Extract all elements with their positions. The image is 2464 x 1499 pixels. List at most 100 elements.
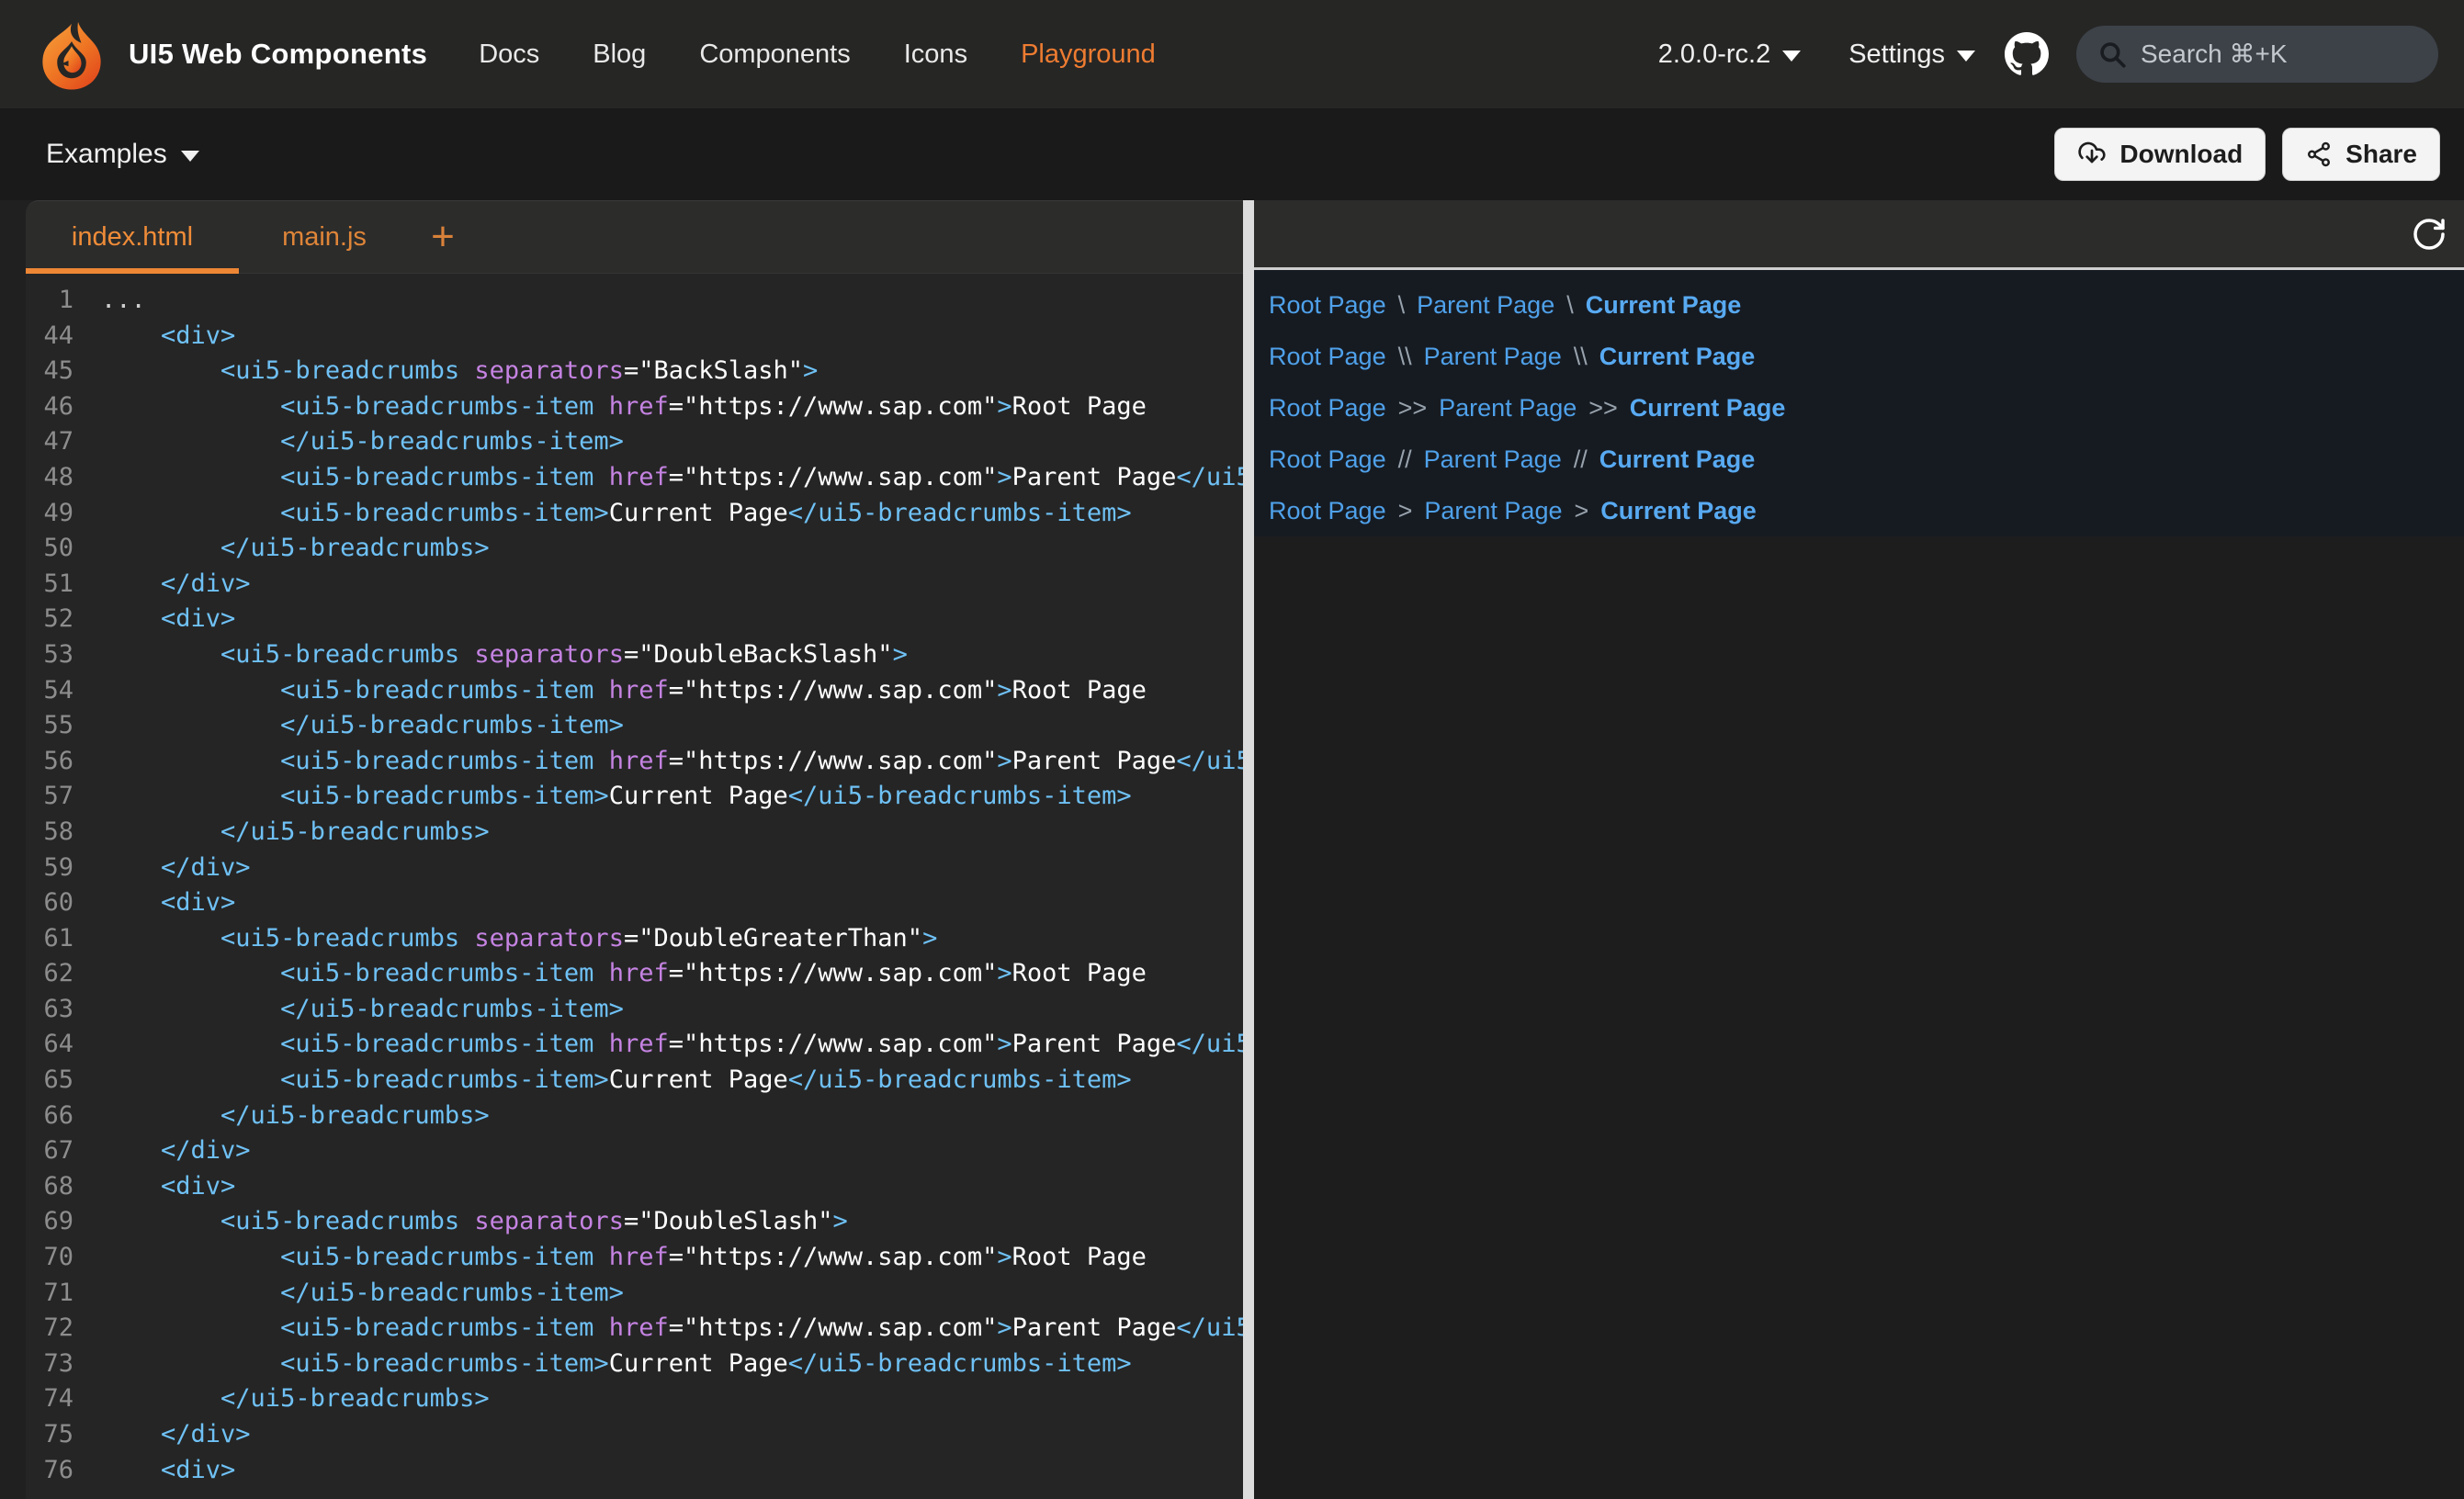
code-line: 75 </div> [26, 1417, 1243, 1453]
code-token-tag: > [997, 1313, 1012, 1342]
line-number: 60 [26, 885, 73, 921]
nav-link-playground[interactable]: Playground [1021, 39, 1156, 70]
code-line: 54 <ui5-breadcrumbs-item href="https://w… [26, 673, 1243, 709]
code-token-tag: <ui5-breadcrumbs-item [101, 463, 609, 491]
code-token-tag: <div> [101, 321, 235, 350]
line-content: </ui5-breadcrumbs-item> [101, 992, 624, 1028]
pane-resize-handle[interactable] [1243, 200, 1254, 1499]
breadcrumb-link[interactable]: Parent Page [1424, 445, 1562, 474]
breadcrumb-separator: // [1398, 445, 1412, 474]
code-line: 74 </ui5-breadcrumbs> [26, 1381, 1243, 1417]
line-number: 56 [26, 744, 73, 780]
code-line: 70 <ui5-breadcrumbs-item href="https://w… [26, 1240, 1243, 1276]
examples-dropdown[interactable]: Examples [46, 139, 199, 170]
code-token-tag: </ui5-breadcrumbs-item> [788, 499, 1132, 527]
version-dropdown[interactable]: 2.0.0-rc.2 [1658, 39, 1802, 70]
code-token-plain: Parent Page [1012, 1313, 1177, 1342]
code-token-tag: <div> [101, 1172, 235, 1200]
code-token-tag: </ui5-breadcrumbs-item> [1176, 1313, 1243, 1342]
line-content: <div> [101, 602, 235, 637]
code-line: 47 </ui5-breadcrumbs-item> [26, 424, 1243, 460]
line-number: 71 [26, 1276, 73, 1312]
code-token-plain: Parent Page [1012, 463, 1177, 491]
line-number: 53 [26, 637, 73, 673]
breadcrumb-separator: > [1574, 497, 1588, 525]
line-content: <ui5-breadcrumbs-item>Current Page</ui5-… [101, 779, 1132, 815]
code-line: 1... [26, 283, 1243, 319]
search-icon [2097, 39, 2128, 70]
line-number: 65 [26, 1063, 73, 1099]
breadcrumb-link[interactable]: Root Page [1269, 394, 1386, 423]
code-line: 66 </ui5-breadcrumbs> [26, 1099, 1243, 1134]
nav-link-icons[interactable]: Icons [904, 39, 967, 70]
code-token-attr: separators [474, 640, 624, 669]
ui5-phoenix-logo-icon[interactable] [33, 12, 110, 96]
code-token-tag: > [997, 676, 1012, 704]
breadcrumb-link[interactable]: Root Page [1269, 497, 1386, 525]
code-token-tag: <ui5-breadcrumbs-item [101, 676, 609, 704]
code-line: 53 <ui5-breadcrumbs separators="DoubleBa… [26, 637, 1243, 673]
breadcrumb-link[interactable]: Parent Page [1417, 291, 1554, 320]
breadcrumb-link[interactable]: Root Page [1269, 291, 1386, 320]
code-token-tag: > [997, 392, 1012, 421]
code-token-tag: <ui5-breadcrumbs-item [101, 392, 609, 421]
code-token-tag: </ui5-breadcrumbs-item> [1176, 1030, 1243, 1058]
line-number: 49 [26, 496, 73, 532]
settings-dropdown[interactable]: Settings [1848, 39, 1975, 70]
code-token-plain: Root Page [1012, 392, 1147, 421]
tab-main.js[interactable]: main.js [239, 201, 410, 273]
refresh-icon[interactable] [2409, 214, 2449, 254]
line-number: 63 [26, 992, 73, 1028]
search-input[interactable] [2141, 39, 2398, 69]
code-token-attr: separators [474, 356, 624, 385]
code-token-tag: <ui5-breadcrumbs-item> [101, 1349, 609, 1378]
nav-link-docs[interactable]: Docs [479, 39, 539, 70]
breadcrumb-separator: \\ [1574, 343, 1588, 371]
code-token-plain: ="https://www.sap.com" [669, 392, 998, 421]
breadcrumb-link[interactable]: Root Page [1269, 343, 1386, 371]
code-token-plain: ="BackSlash" [624, 356, 803, 385]
line-number: 55 [26, 708, 73, 744]
share-button[interactable]: Share [2282, 128, 2440, 181]
nav-link-components[interactable]: Components [699, 39, 850, 70]
top-navbar: UI5 Web Components Docs Blog Components Ico… [0, 0, 2464, 108]
line-number: 45 [26, 354, 73, 389]
brand-title: UI5 Web Components [129, 38, 427, 71]
code-line: 52 <div> [26, 602, 1243, 637]
tab-index.html[interactable]: index.html [26, 201, 239, 273]
code-token-attr: href [609, 747, 669, 775]
breadcrumb-row: Root Page\\Parent Page\\Current Page [1269, 331, 2464, 382]
code-token-tag: > [833, 1207, 848, 1235]
nav-link-blog[interactable]: Blog [593, 39, 646, 70]
code-line: 64 <ui5-breadcrumbs-item href="https://w… [26, 1027, 1243, 1063]
breadcrumb-link[interactable]: Parent Page [1424, 343, 1562, 371]
breadcrumb-link[interactable]: Parent Page [1424, 497, 1562, 525]
code-token-tag: </ui5-breadcrumbs> [101, 534, 490, 562]
code-area[interactable]: 1...44 <div>45 <ui5-breadcrumbs separato… [26, 274, 1243, 1499]
line-number: 1 [26, 283, 73, 319]
download-button[interactable]: Download [2054, 128, 2266, 181]
breadcrumb-current-page: Current Page [1599, 343, 1756, 371]
breadcrumb-link[interactable]: Root Page [1269, 445, 1386, 474]
line-content: </ui5-breadcrumbs> [101, 1381, 490, 1417]
code-token-plain: ="DoubleSlash" [624, 1207, 833, 1235]
preview-pane: Root Page\Parent Page\Current PageRoot P… [1254, 200, 2464, 1499]
breadcrumb-current-page: Current Page [1599, 445, 1756, 474]
line-content: <ui5-breadcrumbs-item href="https://www.… [101, 1311, 1243, 1347]
line-number: 73 [26, 1347, 73, 1382]
code-line: 51 </div> [26, 567, 1243, 603]
code-token-plain: ="https://www.sap.com" [669, 1313, 998, 1342]
code-line: 56 <ui5-breadcrumbs-item href="https://w… [26, 744, 1243, 780]
code-token-plain: ="https://www.sap.com" [669, 463, 998, 491]
code-token-plain: Current Page [609, 1349, 788, 1378]
code-token-plain: Root Page [1012, 676, 1147, 704]
code-token-plain: Current Page [609, 782, 788, 810]
chevron-down-icon [181, 151, 199, 162]
new-tab-button[interactable]: + [410, 201, 476, 273]
github-icon[interactable] [2005, 32, 2049, 76]
search-box[interactable] [2076, 26, 2438, 83]
code-token-tag: <div> [101, 604, 235, 633]
breadcrumb-link[interactable]: Parent Page [1439, 394, 1577, 423]
code-token-tag: </ui5-breadcrumbs-item> [1176, 747, 1243, 775]
code-token-tag: <div> [101, 888, 235, 917]
